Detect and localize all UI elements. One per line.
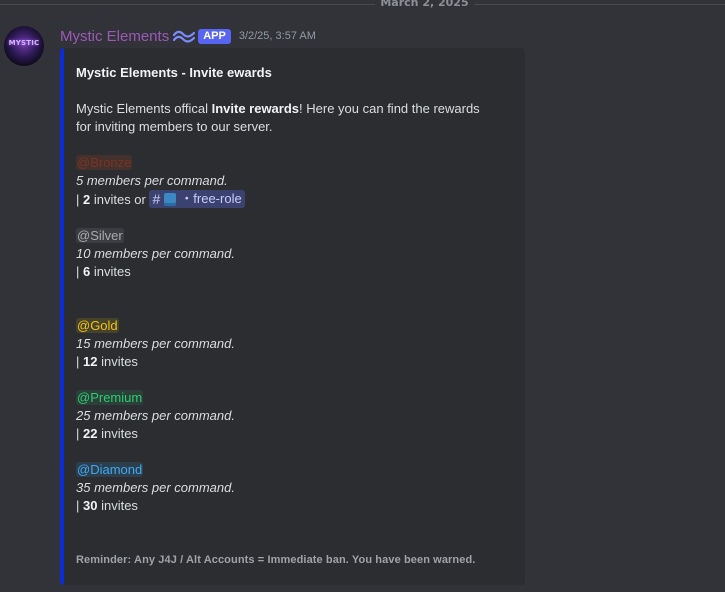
avatar-logo-text: MYSTIC (8, 39, 40, 47)
date-divider: March 2, 2025 (0, 0, 725, 12)
description-bold: Invite rewards (211, 101, 300, 116)
tier-silver-invites: | 6 invites (76, 263, 131, 281)
role-wave-icon (173, 30, 196, 43)
invites-prefix: | (76, 498, 83, 513)
tier-diamond: @Diamond (76, 461, 144, 479)
embed-description-line1: Mystic Elements offical Invite rewards! … (76, 100, 480, 118)
tier-gold-invites: | 12 invites (76, 353, 138, 371)
tier-bronze-per-command: 5 members per command. (76, 173, 228, 188)
role-mention-bronze[interactable]: @Bronze (76, 155, 133, 170)
tier-premium-per-command: 25 members per command. (76, 408, 235, 423)
invites-prefix: | (76, 426, 83, 441)
invites-label: invites (90, 264, 131, 279)
description-prefix: Mystic Elements offical (76, 101, 212, 116)
blue-book-emoji-icon (164, 192, 177, 206)
message-header: Mystic Elements APP 3/2/25, 3:57 AM (60, 26, 316, 46)
divider-date: March 2, 2025 (380, 0, 469, 9)
invites-count: 12 (83, 354, 98, 369)
divider-line-right (474, 4, 725, 5)
invites-prefix: | (76, 264, 83, 279)
divider-line-left (0, 4, 375, 5)
invites-prefix: | (76, 354, 83, 369)
role-mention-gold[interactable]: @Gold (76, 318, 119, 333)
invites-label: invites (97, 354, 138, 369)
channel-name: ・free-role (180, 191, 242, 206)
role-mention-premium[interactable]: @Premium (76, 390, 144, 405)
tier-silver-per-command: 10 members per command. (76, 246, 235, 261)
avatar[interactable]: MYSTIC (4, 26, 44, 66)
chat-view: March 2, 2025 MYSTIC Mystic Elements APP… (0, 0, 725, 592)
invites-label: invites (97, 426, 138, 441)
channel-hash-icon: # (152, 191, 161, 207)
invites-count: 30 (83, 498, 98, 513)
tier-silver: @Silver (76, 227, 124, 245)
tier-diamond-invites: | 30 invites (76, 497, 138, 515)
channel-mention-free-role[interactable]: # ・free-role (149, 190, 245, 208)
embed-title: Mystic Elements - Invite ewards (76, 65, 272, 80)
timestamp[interactable]: 3/2/25, 3:57 AM (239, 30, 316, 42)
invites-prefix: | (76, 192, 83, 207)
tier-premium: @Premium (76, 389, 144, 407)
description-suffix: ! Here you can find the rewards (299, 101, 480, 116)
invites-count: 22 (83, 426, 98, 441)
invites-label: invites or (90, 192, 150, 207)
username[interactable]: Mystic Elements (60, 28, 169, 45)
tier-diamond-per-command: 35 members per command. (76, 480, 235, 495)
tier-gold: @Gold (76, 317, 119, 335)
role-mention-silver[interactable]: @Silver (76, 228, 124, 243)
tier-gold-per-command: 15 members per command. (76, 336, 235, 351)
app-badge: APP (198, 28, 231, 44)
tier-bronze: @Bronze (76, 154, 133, 172)
embed: Mystic Elements - Invite ewards Mystic E… (60, 48, 525, 585)
tier-premium-invites: | 22 invites (76, 425, 138, 443)
tier-bronze-invites: | 2 invites or # ・free-role (76, 190, 245, 209)
embed-footer-reminder: Reminder: Any J4J / Alt Accounts = Immed… (76, 554, 476, 566)
embed-accent-bar (60, 48, 64, 585)
role-mention-diamond[interactable]: @Diamond (76, 462, 144, 477)
embed-description-line2: for inviting members to our server. (76, 119, 273, 134)
invites-label: invites (97, 498, 138, 513)
